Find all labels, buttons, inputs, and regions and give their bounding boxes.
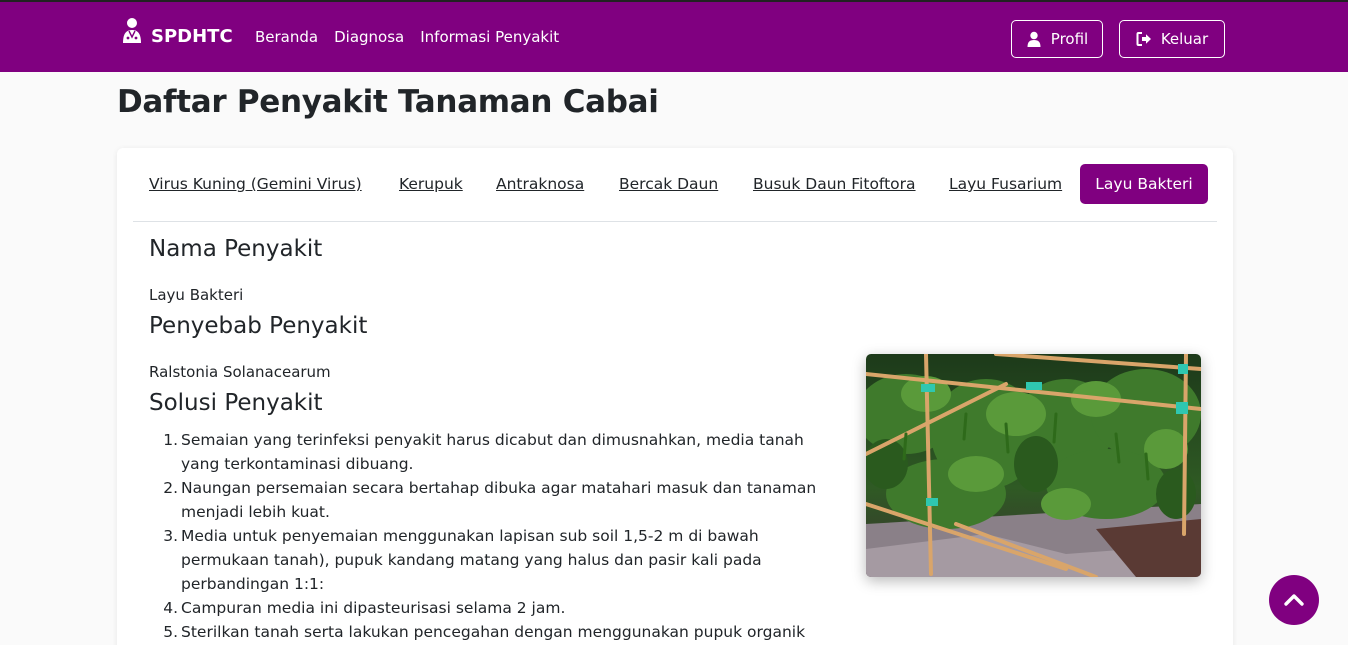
- disease-tabs: Virus Kuning (Gemini Virus) Kerupuk Antr…: [133, 164, 1217, 222]
- user-icon: [1027, 31, 1041, 47]
- tab-busuk-daun-fitoftora[interactable]: Busuk Daun Fitoftora: [737, 164, 932, 204]
- solution-list: 1. Semaian yang terinfeksi penyakit harus…: [149, 428, 839, 644]
- sign-out-icon: [1136, 32, 1151, 46]
- disease-card: Virus Kuning (Gemini Virus) Kerupuk Antr…: [117, 148, 1233, 645]
- doctor-icon: [123, 18, 141, 43]
- name-heading: Nama Penyakit: [149, 236, 323, 262]
- tab-bercak-daun[interactable]: Bercak Daun: [603, 164, 734, 204]
- solution-text: Campuran media ini dipasteurisasi selama…: [181, 599, 566, 617]
- disease-name: Layu Bakteri: [149, 286, 244, 304]
- chevron-up-icon: [1284, 594, 1304, 606]
- solution-text: Semaian yang terinfeksi penyakit harus d…: [181, 431, 804, 473]
- list-item: 3. Media untuk penyemaian menggunakan lap…: [149, 524, 839, 596]
- list-item: 1. Semaian yang terinfeksi penyakit harus…: [149, 428, 839, 476]
- profile-button[interactable]: Profil: [1011, 20, 1103, 58]
- tab-virus-kuning[interactable]: Virus Kuning (Gemini Virus): [133, 164, 378, 204]
- brand-text: SPDHTC: [151, 25, 233, 47]
- tab-layu-fusarium[interactable]: Layu Fusarium: [933, 164, 1078, 204]
- brand-link[interactable]: SPDHTC: [122, 16, 233, 56]
- list-item: 4. Campuran media ini dipasteurisasi sela…: [149, 596, 839, 620]
- solution-text: Media untuk penyemaian menggunakan lapis…: [181, 527, 762, 593]
- tab-kerupuk[interactable]: Kerupuk: [383, 164, 479, 204]
- nav-links: Beranda Diagnosa Informasi Penyakit: [255, 28, 575, 46]
- navbar: SPDHTC Beranda Diagnosa Informasi Penyak…: [0, 0, 1348, 72]
- nav-link-informasi-penyakit[interactable]: Informasi Penyakit: [420, 28, 559, 46]
- list-item: 2. Naungan persemaian secara bertahap dib…: [149, 476, 839, 524]
- nav-link-diagnosa[interactable]: Diagnosa: [334, 28, 404, 46]
- disease-photo: [866, 354, 1201, 577]
- disease-cause: Ralstonia Solanacearum: [149, 363, 331, 381]
- nav-link-beranda[interactable]: Beranda: [255, 28, 318, 46]
- solution-heading: Solusi Penyakit: [149, 390, 323, 416]
- chili-plant-image: [866, 354, 1201, 577]
- scroll-top-button[interactable]: [1269, 575, 1319, 625]
- cause-heading: Penyebab Penyakit: [149, 313, 368, 339]
- page-title: Daftar Penyakit Tanaman Cabai: [117, 84, 659, 120]
- logout-button[interactable]: Keluar: [1119, 20, 1225, 58]
- list-item: 5. Sterilkan tanah serta lakukan pencegah…: [149, 620, 839, 644]
- tab-antraknosa[interactable]: Antraknosa: [480, 164, 600, 204]
- logout-label: Keluar: [1160, 30, 1209, 48]
- tab-layu-bakteri[interactable]: Layu Bakteri: [1080, 164, 1208, 204]
- solution-text: Naungan persemaian secara bertahap dibuk…: [181, 479, 817, 521]
- solution-text: Sterilkan tanah serta lakukan pencegahan…: [181, 623, 806, 641]
- profile-label: Profil: [1050, 30, 1089, 48]
